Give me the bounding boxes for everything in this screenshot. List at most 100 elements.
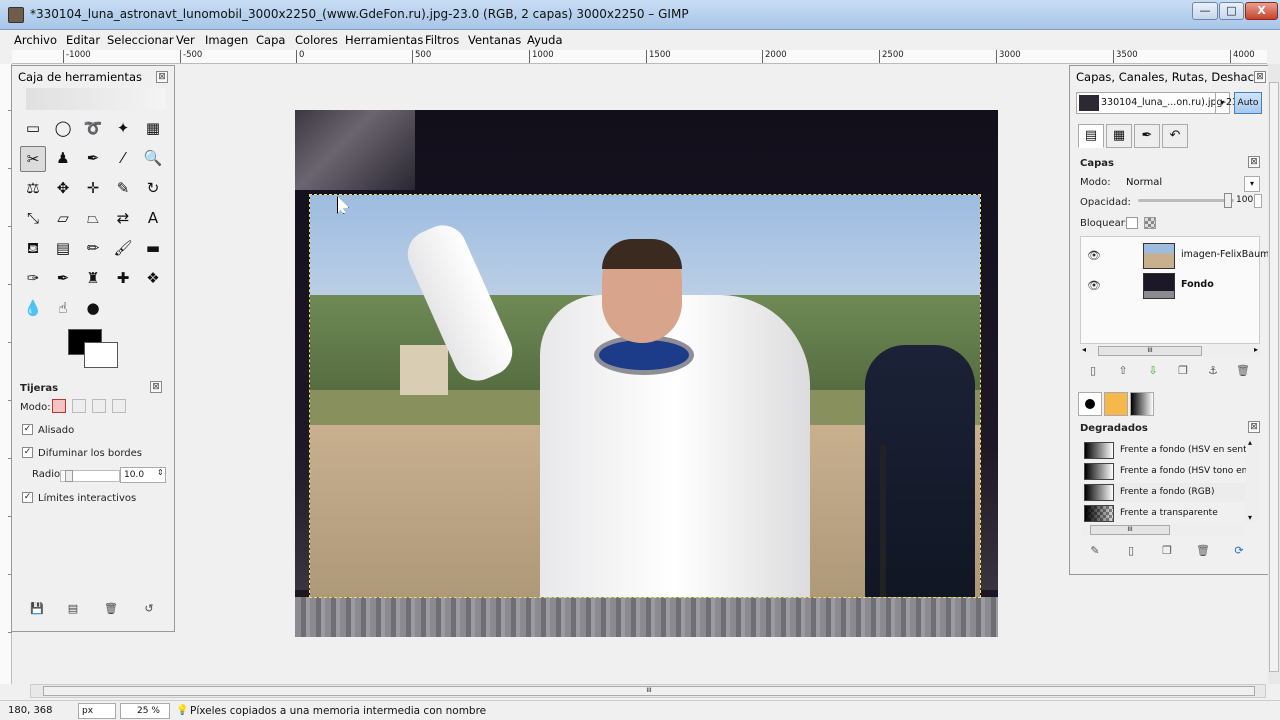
mode-replace-icon[interactable] [52,399,66,413]
layer-row[interactable]: 👁 imagen-FelixBaum [1081,241,1269,271]
layers-list[interactable]: 👁 imagen-FelixBaum 👁 Fondo [1080,236,1269,344]
gradient-item[interactable]: Frente a transparente [1082,504,1246,523]
menu-editar[interactable]: Editar [66,33,100,47]
rotate-icon[interactable]: ↻ [140,176,166,202]
toolbox-close-icon[interactable]: ⊠ [156,71,168,83]
color-picker-icon[interactable]: ⁄ [110,146,136,172]
edit-gradient-icon[interactable]: ✎ [1088,544,1102,558]
tool-options-close-icon[interactable]: ⊠ [150,381,162,393]
layer-mode-arrow-icon[interactable]: ▾ [1244,176,1260,192]
paths-icon[interactable]: ✒ [80,146,106,172]
tab-undo-icon[interactable]: ↶ [1162,124,1188,148]
horizontal-ruler[interactable]: -1000 -500 0 500 1000 1500 2000 2500 300… [12,50,1267,64]
menu-imagen[interactable]: Imagen [205,33,248,47]
canvas-vertical-scrollbar[interactable] [1268,64,1280,684]
shear-icon[interactable]: ▱ [50,206,76,232]
lower-layer-icon[interactable]: ⇩ [1146,364,1160,378]
fuzzy-select-icon[interactable]: ✦ [110,116,136,142]
new-layer-icon[interactable]: ▯ [1086,364,1100,378]
scroll-down-icon[interactable]: ▾ [1248,513,1252,522]
reset-options-icon[interactable]: ↺ [142,602,156,616]
menu-ver[interactable]: Ver [176,33,195,47]
ellipse-select-icon[interactable]: ◯ [50,116,76,142]
new-gradient-icon[interactable]: ▯ [1124,544,1138,558]
zoom-icon[interactable]: 🔍 [140,146,166,172]
opacity-slider-handle[interactable] [1224,193,1232,208]
maximize-button[interactable]: □ [1219,2,1244,20]
radius-slider[interactable] [60,470,120,482]
duplicate-gradient-icon[interactable]: ❐ [1160,544,1174,558]
menu-herramientas[interactable]: Herramientas [345,33,423,47]
image-selector-arrow-icon[interactable]: ▾ [1215,93,1229,113]
scissors-select-icon[interactable]: ✂ [20,146,46,172]
scroll-left-icon[interactable]: ◂ [1082,345,1086,354]
perspective-clone-icon[interactable]: ❖ [140,266,166,292]
restore-options-icon[interactable]: ▤ [66,602,80,616]
antialias-checkbox[interactable]: ✓ [22,424,33,435]
close-window-button[interactable]: X [1245,2,1278,20]
opacity-spin-icon[interactable] [1254,194,1262,208]
scale-icon[interactable]: ⤡ [20,206,46,232]
scrollbar-thumb[interactable]: III [1098,346,1202,356]
tab-brushes-icon[interactable] [1078,392,1102,416]
interactive-boundary-checkbox[interactable]: ✓ [22,492,33,503]
dock-close-icon[interactable]: ⊠ [1254,71,1266,83]
tab-layers-icon[interactable]: ▤ [1078,124,1104,148]
measure-icon[interactable]: ⚖ [20,176,46,202]
gradients-horizontal-scrollbar[interactable]: III [1082,524,1244,536]
delete-layer-icon[interactable]: 🗑 [1236,364,1250,378]
clone-icon[interactable]: ♜ [80,266,106,292]
blur-icon[interactable]: 💧 [20,296,46,322]
scrollbar-thumb[interactable]: III [43,686,1255,696]
refresh-gradients-icon[interactable]: ⟳ [1232,544,1246,558]
tab-channels-icon[interactable]: ▦ [1106,124,1132,148]
scroll-right-icon[interactable]: ▸ [1254,345,1258,354]
menu-ventanas[interactable]: Ventanas [468,33,521,47]
select-by-color-icon[interactable]: ▦ [140,116,166,142]
gradients-section-close-icon[interactable]: ⊠ [1248,421,1260,433]
free-select-icon[interactable]: ➰ [80,116,106,142]
wilber-drop-area[interactable] [26,88,166,110]
gradients-vertical-scrollbar[interactable]: ▴ ▾ [1246,438,1258,522]
minimize-button[interactable]: — [1192,2,1218,20]
opacity-slider[interactable] [1138,193,1234,208]
background-color-swatch[interactable] [84,342,118,368]
smudge-icon[interactable]: ☝ [50,296,76,322]
feather-checkbox[interactable]: ✓ [22,447,33,458]
gradient-item[interactable]: Frente a fondo (RGB) [1082,483,1246,502]
rect-select-icon[interactable]: ▭ [20,116,46,142]
delete-options-icon[interactable]: 🗑 [104,602,118,616]
duplicate-layer-icon[interactable]: ❐ [1176,364,1190,378]
menu-seleccionar[interactable]: Seleccionar [107,33,174,47]
align-icon[interactable]: ✛ [80,176,106,202]
raise-layer-icon[interactable]: ⇧ [1116,364,1130,378]
lock-alpha-icon[interactable] [1144,217,1156,229]
crop-icon[interactable]: ✎ [110,176,136,202]
heal-icon[interactable]: ✚ [110,266,136,292]
menu-ayuda[interactable]: Ayuda [527,33,563,47]
blend-icon[interactable]: ▤ [50,236,76,262]
mode-subtract-icon[interactable] [92,399,106,413]
layer-mode-select[interactable]: Normal ▾ [1124,176,1260,192]
text-icon[interactable]: A [140,206,166,232]
foreground-select-icon[interactable]: ♟ [50,146,76,172]
layers-section-close-icon[interactable]: ⊠ [1248,156,1260,168]
perspective-icon[interactable]: ⏢ [80,206,106,232]
delete-gradient-icon[interactable]: 🗑 [1196,544,1210,558]
gradient-item[interactable]: Frente a fondo (HSV en sentic [1082,441,1254,460]
tab-paths-icon[interactable]: ✒ [1134,124,1160,148]
save-options-icon[interactable]: 💾 [30,602,44,616]
mode-add-icon[interactable] [72,399,86,413]
visibility-eye-icon[interactable]: 👁 [1087,279,1101,292]
scrollbar-thumb[interactable]: III [1090,525,1170,535]
eraser-icon[interactable]: ▬ [140,236,166,262]
scrollbar-thumb[interactable] [1269,82,1279,672]
menu-colores[interactable]: Colores [295,33,338,47]
menu-archivo[interactable]: Archivo [14,33,57,47]
pasted-layer-selection[interactable] [309,194,981,598]
mode-intersect-icon[interactable] [112,399,126,413]
layer-row[interactable]: 👁 Fondo [1081,271,1259,301]
image-composite[interactable] [295,110,998,637]
menu-capa[interactable]: Capa [256,33,285,47]
dodge-burn-icon[interactable]: ● [80,296,106,322]
